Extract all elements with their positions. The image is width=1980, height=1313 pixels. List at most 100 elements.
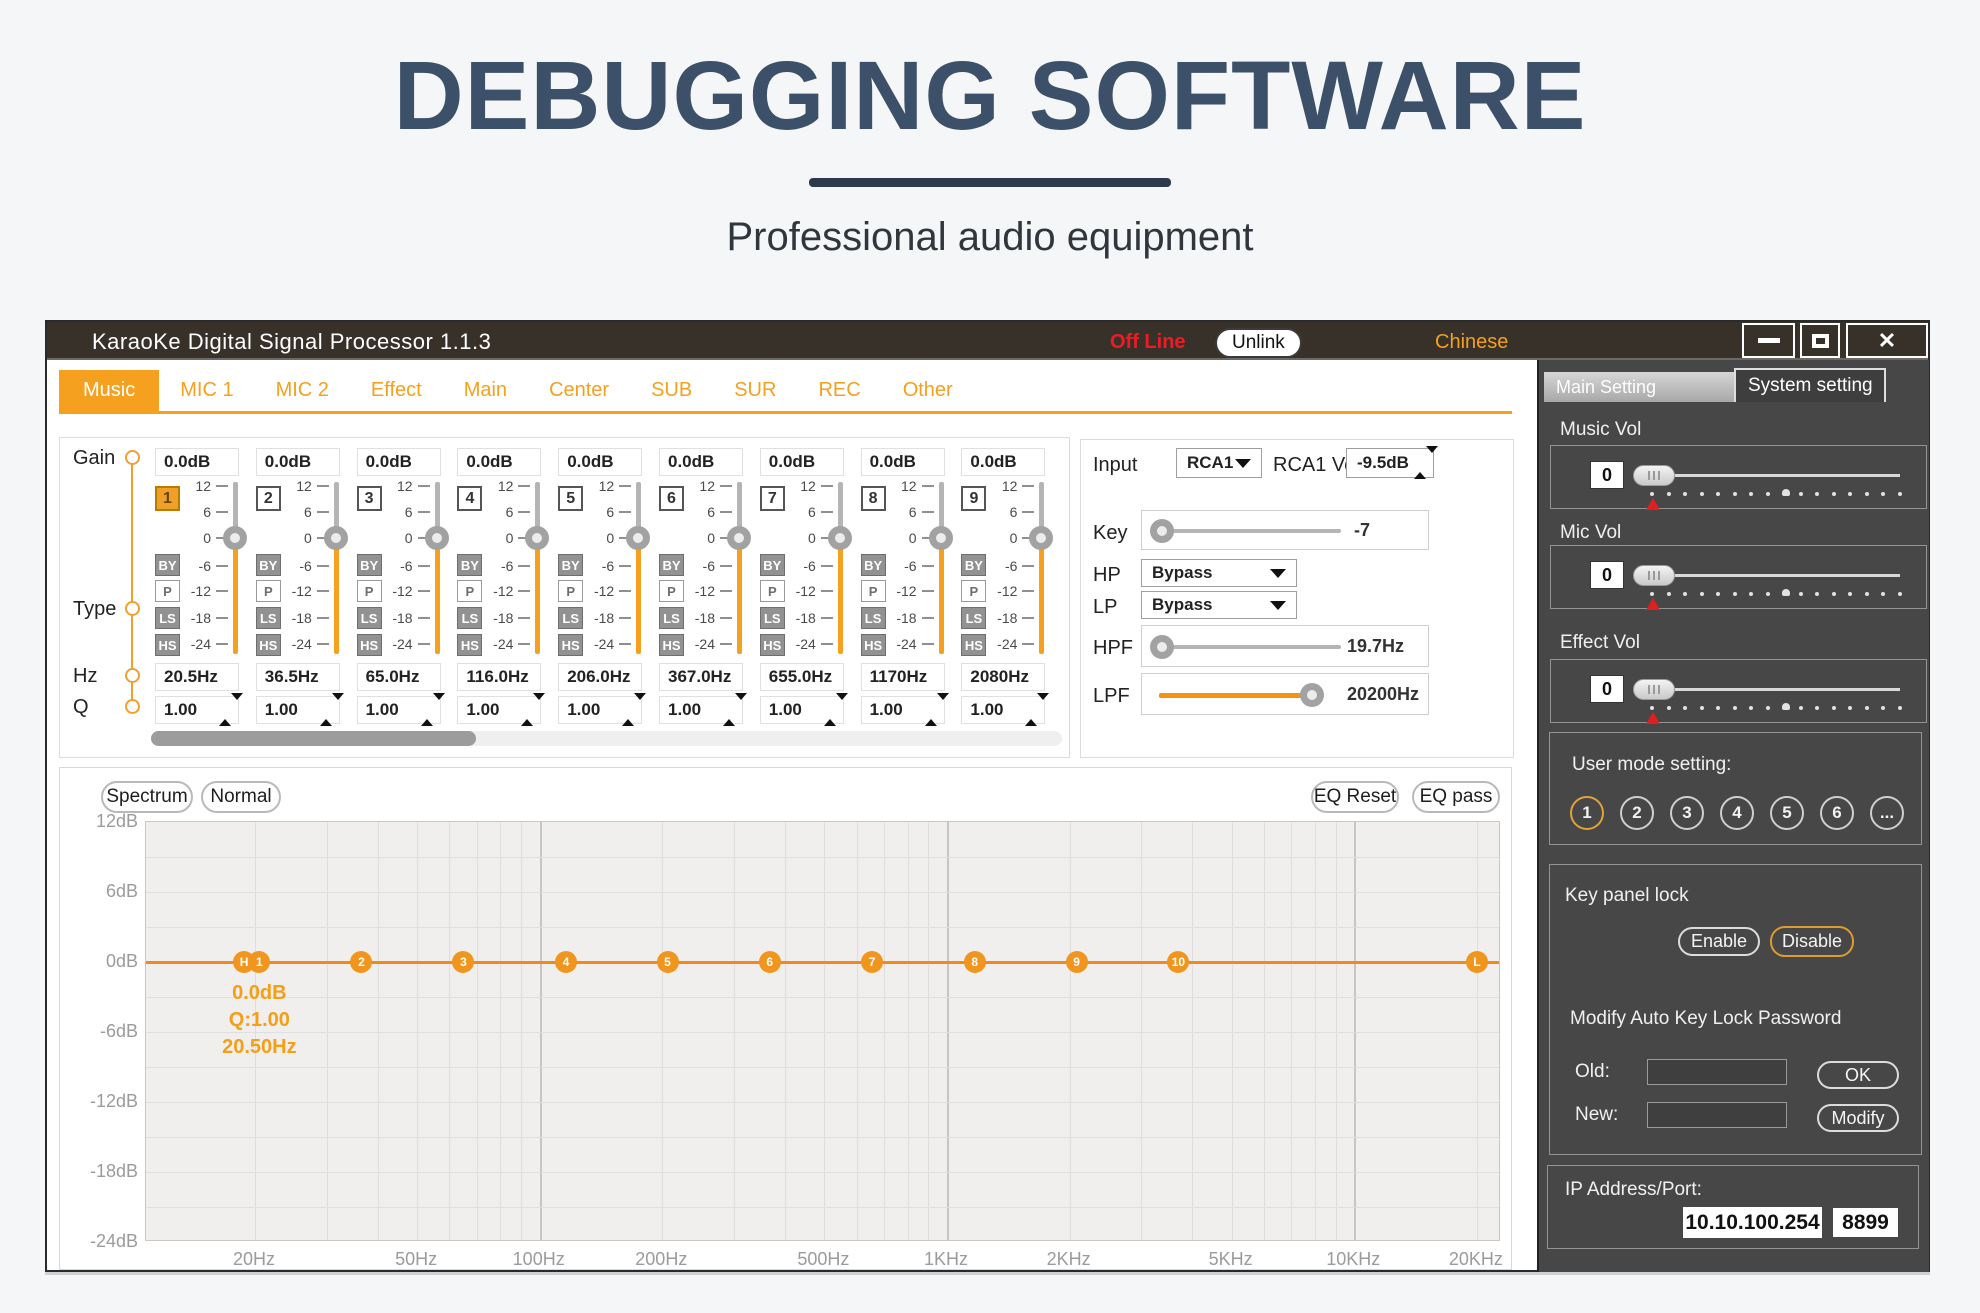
spin-up-icon[interactable] [521, 700, 533, 726]
type-button-hs[interactable]: HS [659, 634, 684, 656]
volume-slider-thumb[interactable] [1633, 465, 1675, 486]
tab-main[interactable]: Main [443, 370, 528, 411]
band-number-button[interactable]: 6 [659, 486, 684, 511]
tab-mic-1[interactable]: MIC 1 [159, 370, 254, 411]
volume-value[interactable]: 0 [1590, 675, 1624, 703]
type-button-p[interactable]: P [659, 580, 684, 602]
key-slider[interactable]: -7 [1141, 510, 1429, 550]
volume-slider-thumb[interactable] [1633, 679, 1675, 700]
band-gain-value[interactable]: 0.0dB [760, 448, 844, 476]
gain-slider-track-lower[interactable] [838, 538, 843, 654]
type-button-p[interactable]: P [760, 580, 785, 602]
band-frequency-value[interactable]: 655.0Hz [760, 663, 844, 691]
band-frequency-value[interactable]: 36.5Hz [256, 663, 340, 691]
band-frequency-value[interactable]: 116.0Hz [457, 663, 541, 691]
type-button-p[interactable]: P [155, 580, 180, 602]
type-button-hs[interactable]: HS [357, 634, 382, 656]
key-slider-thumb[interactable] [1150, 519, 1174, 543]
user-mode-more[interactable]: ... [1870, 796, 1904, 830]
tab-mic-2[interactable]: MIC 2 [255, 370, 350, 411]
tab-other[interactable]: Other [882, 370, 974, 411]
band-gain-value[interactable]: 0.0dB [457, 448, 541, 476]
band-q-value[interactable]: 1.00 [357, 696, 441, 724]
spin-up-icon[interactable] [320, 700, 332, 726]
user-mode-1[interactable]: 1 [1570, 796, 1604, 830]
eq-horizontal-scrollbar[interactable] [151, 731, 1062, 746]
tab-main-setting[interactable]: Main Setting [1544, 372, 1734, 402]
disable-button[interactable]: Disable [1770, 926, 1854, 957]
band-number-button[interactable]: 4 [457, 486, 482, 511]
type-button-hs[interactable]: HS [861, 634, 886, 656]
gain-slider-thumb[interactable] [525, 526, 549, 550]
user-mode-2[interactable]: 2 [1620, 796, 1654, 830]
hpf-slider-track[interactable] [1159, 645, 1341, 649]
spin-down-icon[interactable] [634, 693, 646, 719]
type-button-p[interactable]: P [961, 580, 986, 602]
band-number-button[interactable]: 5 [558, 486, 583, 511]
type-button-hs[interactable]: HS [760, 634, 785, 656]
new-password-input[interactable] [1647, 1102, 1787, 1128]
type-button-ls[interactable]: LS [457, 607, 482, 629]
volume-slider-track[interactable] [1646, 688, 1900, 691]
minimize-button[interactable] [1742, 323, 1795, 358]
lpf-slider-track[interactable] [1159, 693, 1314, 698]
eq-pass-button[interactable]: EQ pass [1412, 781, 1500, 813]
hpf-slider[interactable]: 19.7Hz [1141, 625, 1429, 667]
eq-point-2[interactable]: 2 [350, 951, 372, 973]
rca-vol-spinner[interactable]: -9.5dB [1346, 448, 1434, 478]
spin-down-icon[interactable] [533, 693, 545, 719]
window-titlebar[interactable]: KaraoKe Digital Signal Processor 1.1.3 ✕ [47, 322, 1928, 360]
gain-slider-track-lower[interactable] [636, 538, 641, 654]
band-number-button[interactable]: 8 [861, 486, 886, 511]
gain-slider-thumb[interactable] [929, 526, 953, 550]
band-gain-value[interactable]: 0.0dB [961, 448, 1045, 476]
band-frequency-value[interactable]: 65.0Hz [357, 663, 441, 691]
gain-slider-thumb[interactable] [727, 526, 751, 550]
spin-up-icon[interactable] [723, 700, 735, 726]
gain-slider-thumb[interactable] [828, 526, 852, 550]
gain-slider-thumb[interactable] [223, 526, 247, 550]
type-button-hs[interactable]: HS [155, 634, 180, 656]
band-q-value[interactable]: 1.00 [961, 696, 1045, 724]
band-frequency-value[interactable]: 206.0Hz [558, 663, 642, 691]
band-number-button[interactable]: 9 [961, 486, 986, 511]
type-button-by[interactable]: BY [256, 554, 281, 576]
close-button[interactable]: ✕ [1846, 323, 1928, 358]
type-button-by[interactable]: BY [760, 554, 785, 576]
tab-rec[interactable]: REC [797, 370, 881, 411]
eq-point-3[interactable]: 3 [452, 951, 474, 973]
frequency-response-plot[interactable]: H12345678910L0.0dBQ:1.0020.50Hz [145, 821, 1500, 1241]
volume-slider-track[interactable] [1646, 474, 1900, 477]
lpf-slider[interactable]: 20200Hz [1141, 673, 1429, 715]
band-gain-value[interactable]: 0.0dB [256, 448, 340, 476]
spin-down-icon[interactable] [231, 693, 243, 719]
spinner-arrows-icon[interactable] [723, 700, 735, 720]
eq-point-5[interactable]: 5 [657, 951, 679, 973]
ip-port-input[interactable]: 8899 [1833, 1208, 1898, 1237]
spinner-arrows-icon[interactable] [1025, 700, 1037, 720]
volume-value[interactable]: 0 [1590, 461, 1624, 489]
eq-point-9[interactable]: 9 [1066, 951, 1088, 973]
gain-slider-track-lower[interactable] [435, 538, 440, 654]
gain-slider-track-lower[interactable] [334, 538, 339, 654]
spin-up-icon[interactable] [622, 700, 634, 726]
spinner-arrows-icon[interactable] [622, 700, 634, 720]
tab-sub[interactable]: SUB [630, 370, 713, 411]
gain-slider-track-lower[interactable] [939, 538, 944, 654]
gain-slider-thumb[interactable] [425, 526, 449, 550]
band-q-value[interactable]: 1.00 [861, 696, 945, 724]
spin-up-icon[interactable] [421, 700, 433, 726]
volume-slider-thumb[interactable] [1633, 565, 1675, 586]
band-q-value[interactable]: 1.00 [457, 696, 541, 724]
band-frequency-value[interactable]: 2080Hz [961, 663, 1045, 691]
user-mode-3[interactable]: 3 [1670, 796, 1704, 830]
band-gain-value[interactable]: 0.0dB [861, 448, 945, 476]
type-button-ls[interactable]: LS [357, 607, 382, 629]
type-button-by[interactable]: BY [961, 554, 986, 576]
gain-slider-thumb[interactable] [626, 526, 650, 550]
band-q-value[interactable]: 1.00 [659, 696, 743, 724]
spinner-arrows-icon[interactable] [824, 700, 836, 720]
type-button-hs[interactable]: HS [457, 634, 482, 656]
band-gain-value[interactable]: 0.0dB [558, 448, 642, 476]
band-number-button[interactable]: 2 [256, 486, 281, 511]
